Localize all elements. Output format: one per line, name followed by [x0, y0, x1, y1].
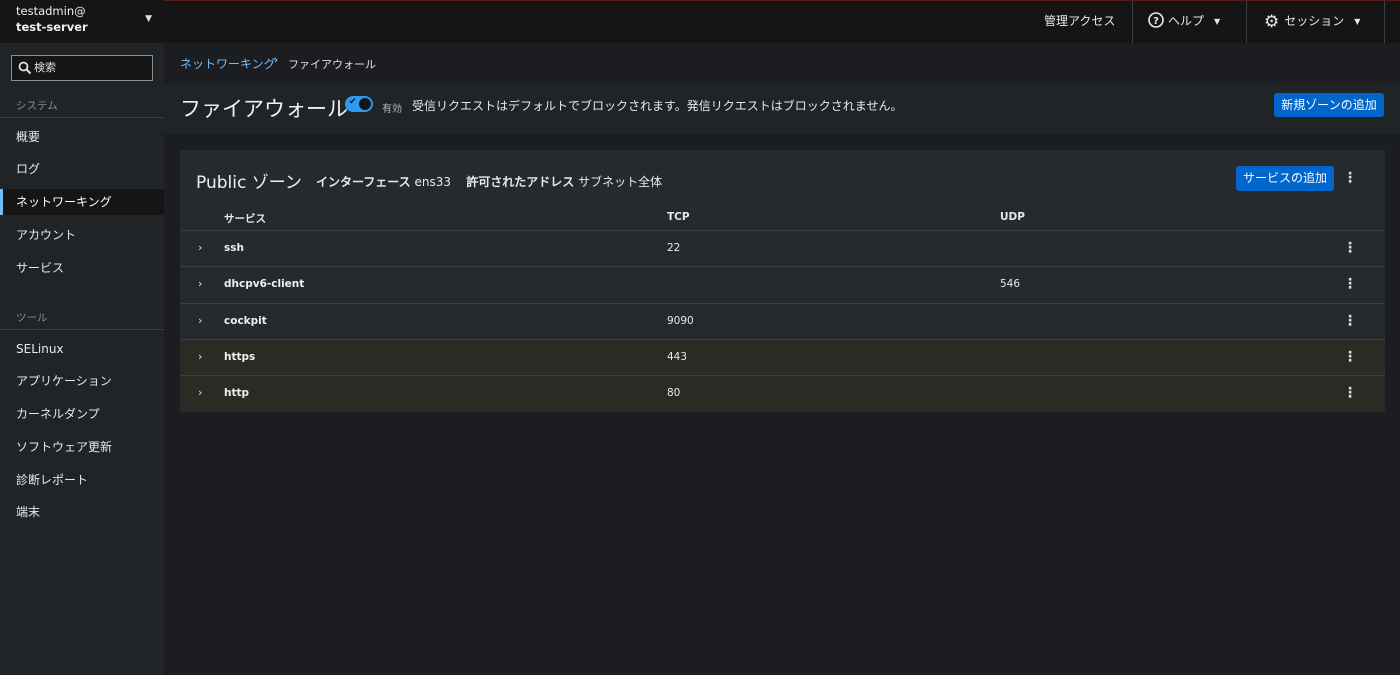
column-header-tcp: TCP [667, 211, 690, 223]
row-kebab-icon[interactable]: ⋮ [1343, 385, 1357, 401]
column-header-udp: UDP [1000, 211, 1025, 223]
add-zone-button[interactable]: 新規ゾーンの追加 [1274, 93, 1384, 117]
divider [0, 117, 164, 118]
zone-meta: インターフェース ens33 許可されたアドレス サブネット全体 [316, 173, 662, 190]
row-kebab-icon[interactable]: ⋮ [1343, 276, 1357, 292]
chevron-right-icon[interactable]: › [198, 314, 202, 327]
firewall-description: 受信リクエストはデフォルトでブロックされます。発信リクエストはブロックされません… [412, 99, 903, 113]
breadcrumb: ネットワーキング › ファイアウォール [164, 43, 1400, 83]
sidebar: testadmin@ test-server ▼ 検索 システム 概要 ログ ネ… [0, 0, 164, 675]
tcp-ports: 443 [667, 351, 688, 363]
help-label: ヘルプ [1168, 14, 1205, 28]
page-title: ファイアウォール [180, 97, 348, 121]
sidebar-item-overview[interactable]: 概要 [0, 124, 164, 150]
chevron-right-icon[interactable]: › [198, 350, 202, 363]
divider [1384, 1, 1385, 44]
allowed-addresses-label: 許可されたアドレス [466, 175, 575, 189]
toggle-knob [359, 98, 371, 110]
tcp-ports: 80 [667, 387, 681, 399]
caret-down-icon: ▼ [1214, 17, 1221, 26]
table-row: › dhcpv6-client 546 ⋮ [180, 266, 1385, 302]
service-name: cockpit [224, 315, 267, 327]
allowed-addresses-value: サブネット全体 [578, 175, 663, 189]
host-server: test-server [16, 20, 88, 34]
sidebar-item-accounts[interactable]: アカウント [0, 222, 164, 248]
toggle-label: 有効 [382, 104, 402, 115]
main-content: ネットワーキング › ファイアウォール ファイアウォール ✔ 有効 受信リクエス… [164, 43, 1400, 675]
udp-ports: 546 [1000, 278, 1021, 290]
tcp-ports: 9090 [667, 315, 694, 327]
search-input[interactable]: 検索 [11, 55, 153, 81]
chevron-right-icon[interactable]: › [198, 386, 202, 399]
host-user: testadmin@ [16, 4, 86, 18]
row-kebab-icon[interactable]: ⋮ [1343, 349, 1357, 365]
sidebar-item-diagnostic-reports[interactable]: 診断レポート [0, 467, 164, 493]
table-row: › https 443 ⋮ [180, 339, 1385, 375]
zone-kebab-icon[interactable]: ⋮ [1343, 170, 1357, 186]
firewall-toggle[interactable]: ✔ [345, 96, 373, 112]
sidebar-item-kdump[interactable]: カーネルダンプ [0, 401, 164, 427]
add-service-button[interactable]: サービスの追加 [1236, 166, 1334, 191]
service-name: dhcpv6-client [224, 278, 305, 290]
chevron-right-icon[interactable]: › [198, 277, 202, 290]
table-row: › ssh 22 ⋮ [180, 230, 1385, 266]
sidebar-item-software-updates[interactable]: ソフトウェア更新 [0, 434, 164, 460]
table-row: › http 80 ⋮ [180, 375, 1385, 411]
caret-down-icon: ▼ [1354, 17, 1361, 26]
sidebar-item-services[interactable]: サービス [0, 255, 164, 281]
sidebar-item-networking[interactable]: ネットワーキング [0, 189, 164, 215]
divider [0, 329, 164, 330]
session-label: セッション [1284, 14, 1345, 28]
check-icon: ✔ [349, 97, 357, 107]
admin-access-button[interactable]: 管理アクセス [1044, 1, 1115, 44]
help-menu[interactable]: ? ヘルプ ▼ [1148, 1, 1220, 44]
breadcrumb-current: ファイアウォール [288, 58, 376, 71]
zone-card: Public ゾーン インターフェース ens33 許可されたアドレス サブネッ… [180, 150, 1385, 412]
service-name: http [224, 387, 250, 399]
service-name: ssh [224, 242, 244, 254]
chevron-right-icon: › [274, 55, 278, 66]
interface-value: ens33 [414, 175, 452, 189]
search-icon [18, 61, 32, 75]
tcp-ports: 22 [667, 242, 681, 254]
sidebar-item-selinux[interactable]: SELinux [0, 336, 164, 362]
sidebar-item-logs[interactable]: ログ [0, 156, 164, 182]
divider [1132, 1, 1133, 44]
caret-down-icon: ▼ [145, 14, 152, 24]
section-label-tools: ツール [16, 312, 48, 324]
interface-label: インターフェース [316, 175, 411, 189]
breadcrumb-link-networking[interactable]: ネットワーキング [180, 55, 276, 72]
divider [1246, 1, 1247, 44]
column-header-service: サービス [224, 213, 266, 225]
page-header: ファイアウォール ✔ 有効 受信リクエストはデフォルトでブロックされます。発信リ… [164, 83, 1400, 134]
service-name: https [224, 351, 256, 363]
svg-text:?: ? [1153, 16, 1159, 27]
sidebar-item-terminal[interactable]: 端末 [0, 499, 164, 525]
top-bar: 管理アクセス ? ヘルプ ▼ ⚙ セッション ▼ [164, 0, 1400, 44]
session-menu[interactable]: ⚙ セッション ▼ [1264, 1, 1360, 44]
row-kebab-icon[interactable]: ⋮ [1343, 313, 1357, 329]
help-icon: ? [1148, 12, 1164, 28]
host-switcher[interactable]: testadmin@ test-server ▼ [0, 0, 164, 43]
row-kebab-icon[interactable]: ⋮ [1343, 240, 1357, 256]
section-label-system: システム [16, 100, 58, 112]
table-row: › cockpit 9090 ⋮ [180, 303, 1385, 339]
gear-icon: ⚙ [1264, 12, 1280, 32]
chevron-right-icon[interactable]: › [198, 241, 202, 254]
sidebar-item-applications[interactable]: アプリケーション [0, 368, 164, 394]
zone-title: Public ゾーン [196, 173, 302, 193]
